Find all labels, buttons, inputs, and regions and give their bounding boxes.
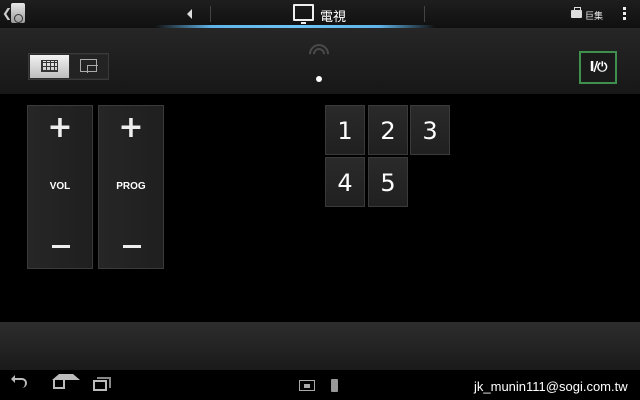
divider	[210, 6, 211, 22]
program-down-button[interactable]	[99, 228, 163, 264]
bottom-panel	[0, 322, 640, 370]
program-up-button[interactable]: +	[99, 108, 163, 148]
remote-app-icon[interactable]	[11, 3, 25, 23]
number-key-1[interactable]: 1	[325, 105, 365, 155]
tv-icon	[293, 4, 314, 24]
touchpad-mode-button[interactable]	[70, 55, 108, 78]
number-key-3[interactable]: 3	[410, 105, 450, 155]
touchpad-icon	[80, 59, 98, 73]
power-button[interactable]: I/⏻	[579, 51, 617, 84]
page-title[interactable]: 電視	[320, 6, 346, 25]
number-key-5[interactable]: 5	[368, 157, 408, 207]
volume-down-button[interactable]	[28, 228, 92, 264]
home-icon[interactable]	[52, 374, 80, 389]
triangle-left-icon[interactable]	[187, 9, 192, 19]
wifi-icon	[308, 43, 330, 57]
program-rocker: + PROG	[98, 105, 164, 269]
program-label: PROG	[116, 181, 146, 192]
page-indicator-dot	[316, 76, 322, 82]
overflow-menu-icon[interactable]	[623, 7, 627, 21]
volume-label: VOL	[49, 181, 71, 192]
volume-up-button[interactable]: +	[28, 108, 92, 148]
recent-apps-icon[interactable]	[93, 377, 111, 391]
number-key-2[interactable]: 2	[368, 105, 408, 155]
number-key-4[interactable]: 4	[325, 157, 365, 207]
mode-bar: I/⏻	[0, 28, 640, 94]
volume-rocker: + VOL	[27, 105, 93, 269]
keypad-icon	[41, 60, 58, 72]
divider	[424, 6, 425, 22]
screenshot-icon[interactable]	[299, 380, 315, 391]
watermark: jk_munin111@sogi.com.tw	[474, 379, 628, 394]
keypad-mode-button[interactable]	[30, 55, 69, 78]
mode-toggle	[28, 53, 109, 80]
back-icon[interactable]	[11, 375, 27, 388]
remote-icon[interactable]	[331, 379, 338, 392]
action-bar: ❮ 電視 巨集	[0, 0, 640, 28]
toolbox-icon[interactable]	[571, 7, 582, 18]
macro-button-label[interactable]: 巨集	[585, 9, 603, 22]
